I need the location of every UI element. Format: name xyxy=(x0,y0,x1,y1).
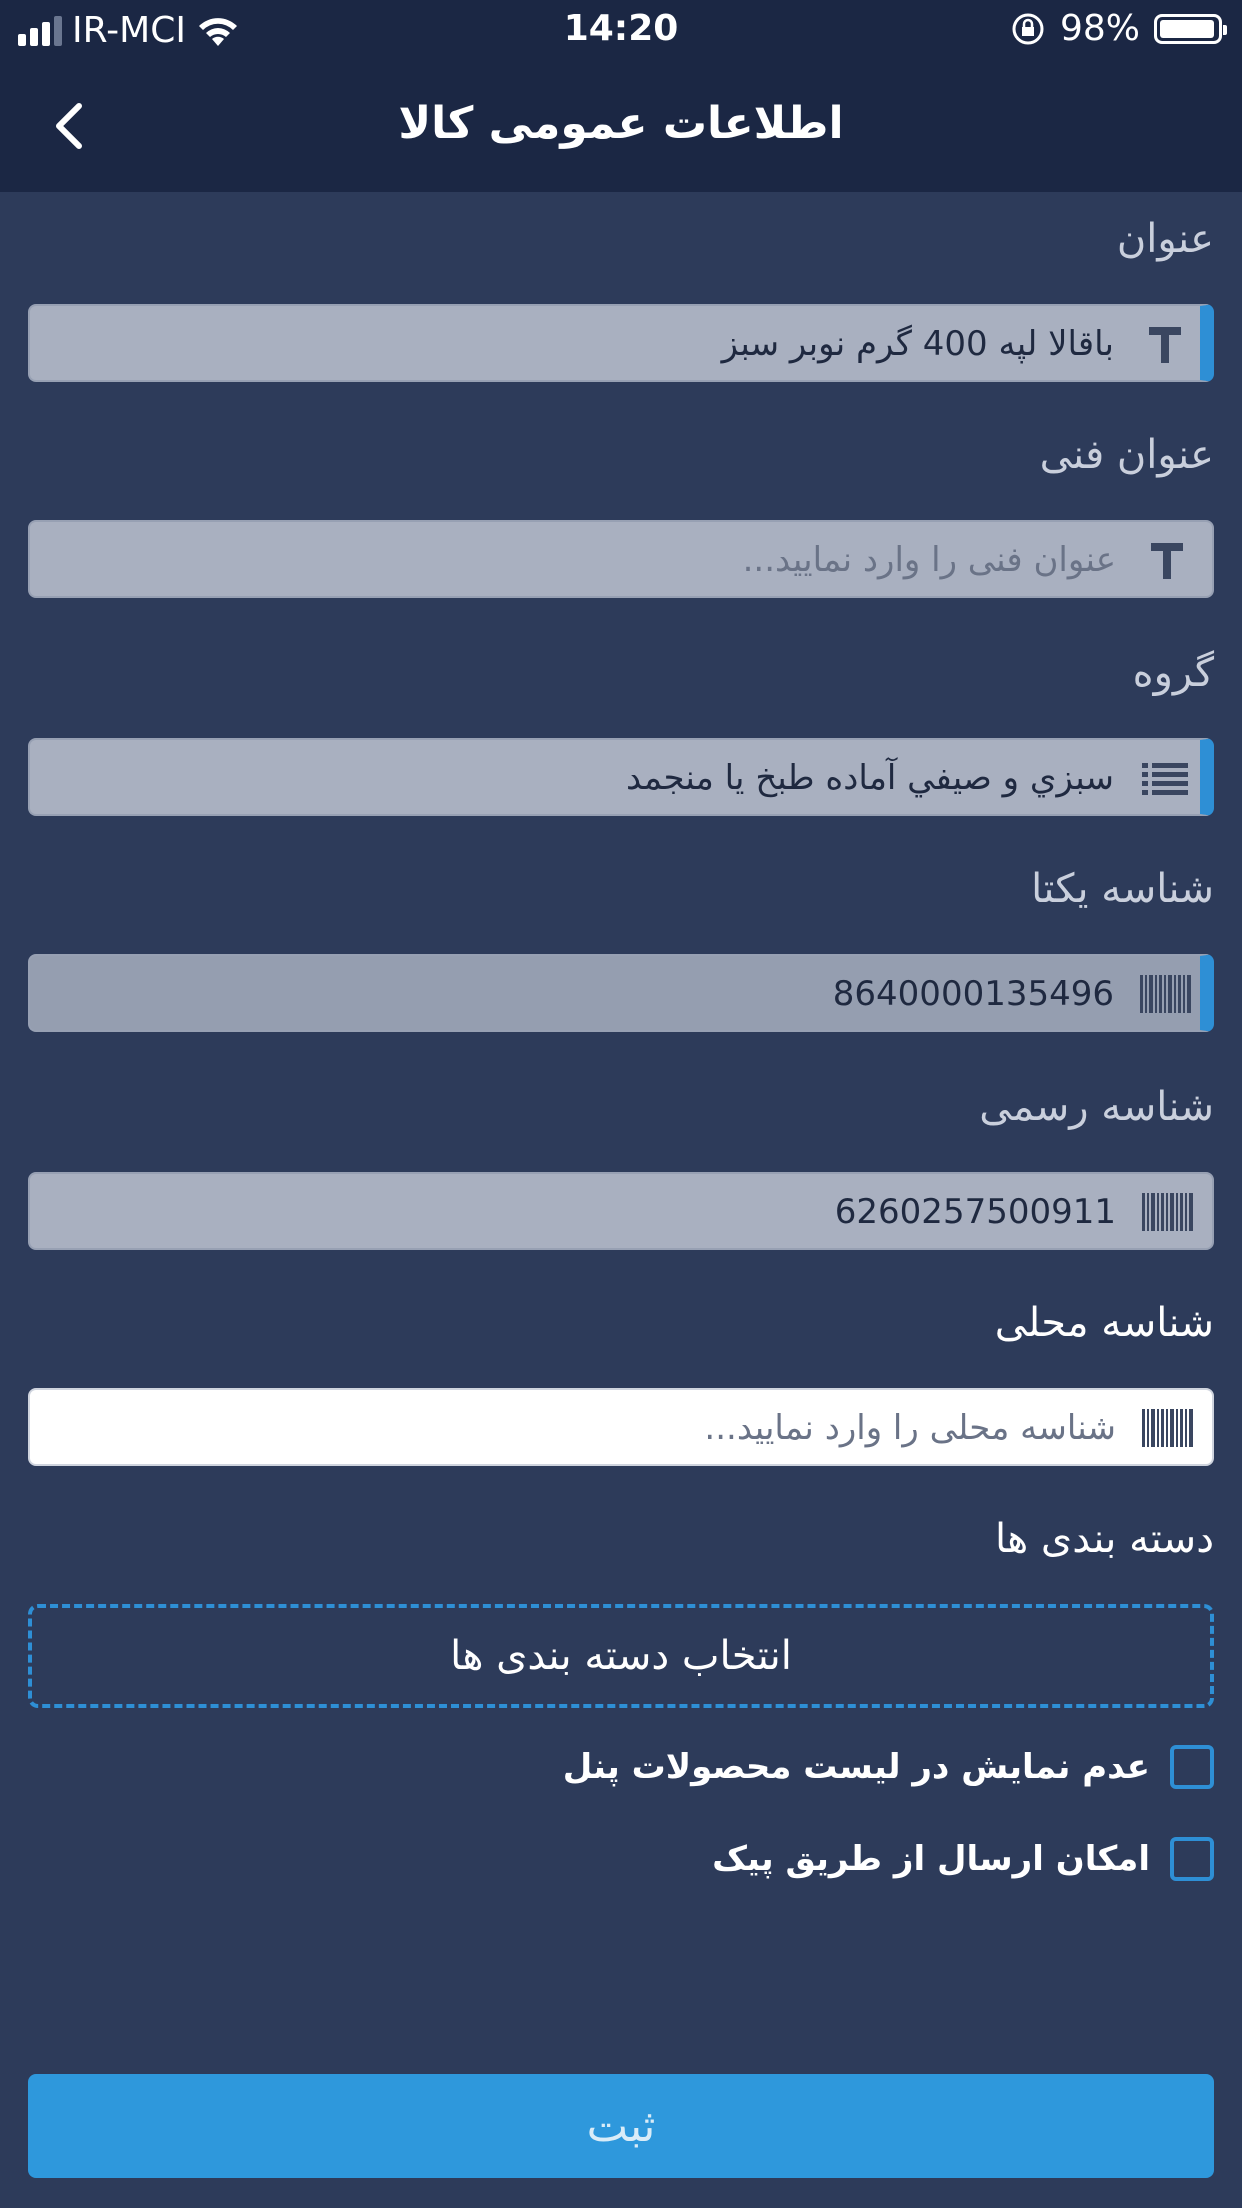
checkbox-row-courier[interactable]: امکان ارسال از طریق پیک xyxy=(712,1834,1214,1884)
group-label: گروه xyxy=(1132,650,1214,696)
list-icon xyxy=(1140,754,1190,802)
official-id-field[interactable]: 6260257500911 xyxy=(28,1172,1214,1250)
nav-bar: اطلاعات عمومی کالا xyxy=(0,62,1242,192)
barcode-icon xyxy=(1139,970,1191,1018)
barcode-icon xyxy=(1141,1188,1193,1236)
barcode-icon xyxy=(1141,1404,1193,1452)
local-id-label: شناسه محلی xyxy=(994,1300,1214,1346)
local-id-placeholder: شناسه محلی را وارد نمایید... xyxy=(704,1408,1116,1448)
group-value: سبزي و صيفي آماده طبخ يا منجمد xyxy=(625,758,1114,798)
hide-from-panel-checkbox[interactable] xyxy=(1170,1745,1214,1789)
unique-id-field[interactable]: 8640000135496 xyxy=(28,954,1214,1032)
battery-percent: 98% xyxy=(1059,8,1140,49)
technical-title-placeholder: عنوان فنی را وارد نمایید... xyxy=(742,540,1116,580)
battery-icon xyxy=(1154,13,1227,44)
unique-id-label: شناسه یکتا xyxy=(1031,866,1214,912)
courier-delivery-checkbox[interactable] xyxy=(1170,1837,1214,1881)
local-id-input[interactable]: شناسه محلی را وارد نمایید... xyxy=(28,1388,1214,1466)
hide-from-panel-label: عدم نمایش در لیست محصولات پنل xyxy=(562,1747,1150,1787)
categories-label: دسته بندی ها xyxy=(994,1516,1214,1562)
title-value: باقالا لپه 400 گرم نوبر سبز xyxy=(721,324,1114,364)
text-icon xyxy=(1142,536,1192,584)
status-bar: IR-MCI 14:20 98% xyxy=(0,0,1242,62)
official-id-label: شناسه رسمی xyxy=(979,1084,1214,1130)
title-field[interactable]: باقالا لپه 400 گرم نوبر سبز xyxy=(28,304,1214,382)
courier-delivery-label: امکان ارسال از طریق پیک xyxy=(712,1839,1150,1879)
official-id-value: 6260257500911 xyxy=(834,1192,1116,1232)
status-right: 98% xyxy=(1010,8,1227,49)
page-title: اطلاعات عمومی کالا xyxy=(398,98,844,149)
title-label: عنوان xyxy=(1116,216,1214,262)
text-icon xyxy=(1140,320,1190,368)
unique-id-value: 8640000135496 xyxy=(832,974,1114,1014)
submit-button[interactable]: ثبت xyxy=(28,2074,1214,2178)
checkbox-row-hide-panel[interactable]: عدم نمایش در لیست محصولات پنل xyxy=(563,1742,1214,1792)
group-field[interactable]: سبزي و صيفي آماده طبخ يا منجمد xyxy=(28,738,1214,816)
select-categories-button[interactable]: انتخاب دسته بندی ها xyxy=(28,1604,1214,1708)
technical-title-field[interactable]: عنوان فنی را وارد نمایید... xyxy=(28,520,1214,598)
rotation-lock-icon xyxy=(1012,13,1044,44)
technical-title-label: عنوان فنی xyxy=(1039,432,1214,478)
